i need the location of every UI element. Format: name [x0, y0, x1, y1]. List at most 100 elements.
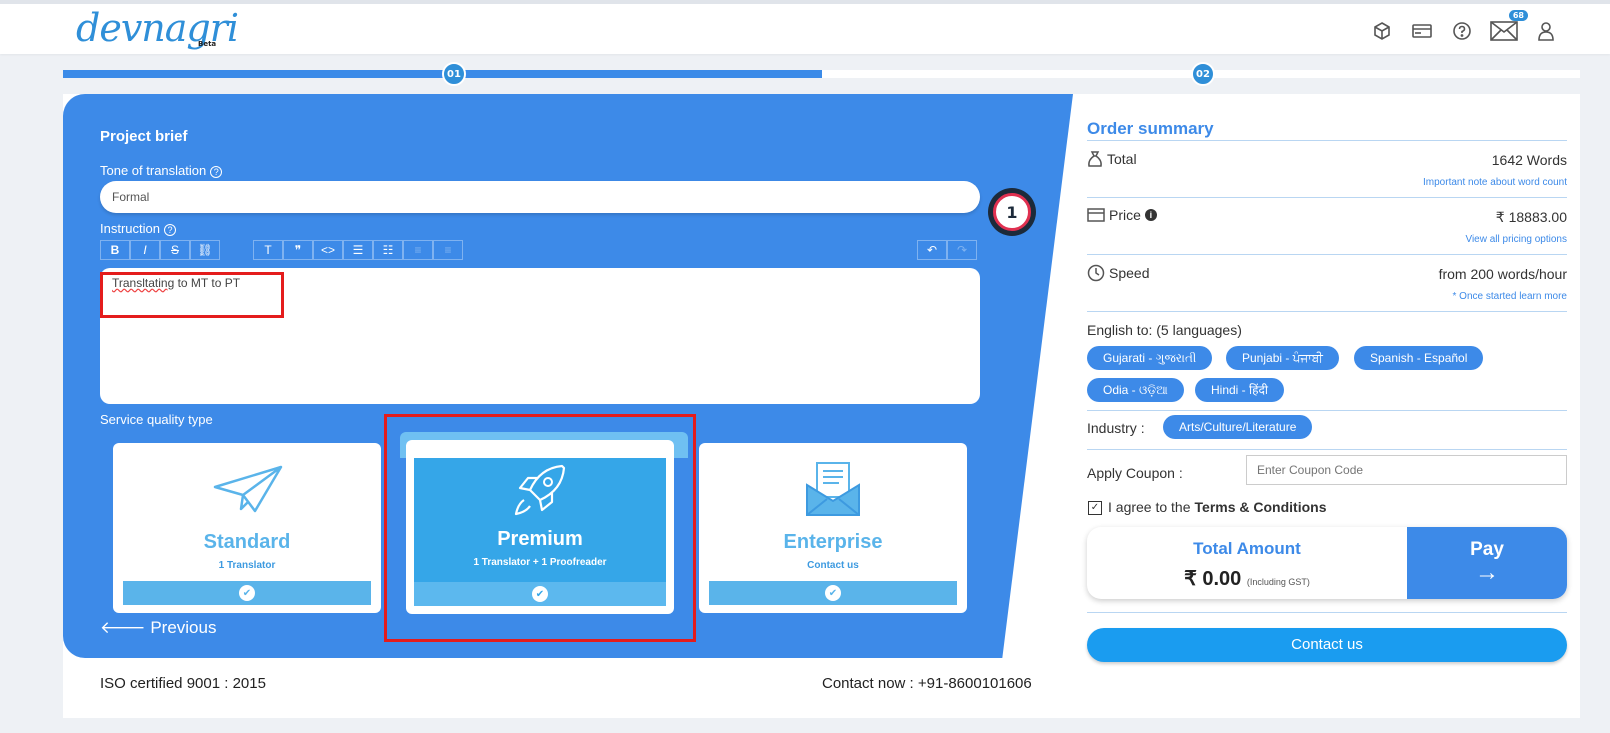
panel-corner [1000, 94, 1070, 134]
plan-enterprise-select-bar[interactable]: ✔ [709, 581, 957, 605]
check-icon: ✔ [239, 585, 255, 601]
step-counter-badge[interactable]: 1 [988, 188, 1036, 236]
arrow-right-icon: → [1475, 559, 1499, 586]
beta-label: Beta [198, 40, 217, 48]
pay-label: Pay [1470, 539, 1504, 560]
mail-icon[interactable]: 68 [1490, 10, 1528, 42]
plan-standard-sub: 1 Translator [218, 560, 276, 571]
order-summary-title: Order summary [1087, 119, 1214, 138]
header-icons: 68 [1370, 10, 1558, 42]
cube-icon[interactable] [1370, 20, 1394, 42]
contact-us-button[interactable]: Contact us [1087, 628, 1567, 662]
total-amount-value-row: ₹ 0.00 (Including GST) [1087, 566, 1407, 591]
numbered-list-button[interactable]: ☷ [373, 240, 403, 260]
project-brief-title: Project brief [100, 128, 188, 145]
divider [1087, 197, 1567, 198]
language-chip-spanish[interactable]: Spanish - Español [1354, 346, 1484, 370]
tone-label: Tone of translation? [100, 163, 223, 178]
total-row-label: Total [1087, 150, 1137, 168]
instruction-label-text: Instruction [100, 221, 160, 236]
coupon-label: Apply Coupon : [1087, 465, 1183, 481]
price-value: ₹ 18883.00 [1495, 209, 1567, 225]
language-chip-odia[interactable]: Odia - ଓଡ଼ିଆ [1087, 378, 1184, 402]
user-icon[interactable] [1534, 20, 1558, 42]
total-amount-label: Total Amount [1193, 539, 1301, 558]
divider [1087, 140, 1567, 141]
price-row-label: Price i [1087, 207, 1157, 223]
clock-icon [1087, 264, 1105, 282]
heading-button[interactable]: T [253, 240, 283, 260]
price-label: Price [1109, 207, 1141, 223]
paper-plane-icon [213, 465, 283, 513]
language-chip-punjabi[interactable]: Punjabi - ਪੰਜਾਬੀ [1226, 346, 1339, 370]
speed-label: Speed [1109, 265, 1150, 281]
redo-button[interactable]: ↷ [947, 240, 977, 260]
gst-note: (Including GST) [1246, 577, 1310, 587]
industry-label: Industry : [1087, 420, 1145, 436]
undo-button[interactable]: ↶ [917, 240, 947, 260]
editor-toolbar-history: ↶ ↷ [917, 240, 977, 260]
quote-button[interactable]: ❞ [283, 240, 313, 260]
divider [1087, 612, 1567, 613]
indent-button[interactable]: ≡ [433, 240, 463, 260]
speed-row-label: Speed [1087, 264, 1149, 282]
plan-standard-card[interactable]: Standard 1 Translator ✔ [113, 443, 381, 613]
agree-prefix: I agree to the [1108, 499, 1191, 515]
tone-input[interactable] [100, 181, 980, 213]
strike-button[interactable]: S [160, 240, 190, 260]
language-chip-gujarati[interactable]: Gujarati - ગુજરાતી [1087, 346, 1213, 370]
step-counter-number: 1 [993, 193, 1031, 231]
terms-checkbox[interactable]: ✓ [1088, 501, 1102, 515]
step-1-indicator: 01 [442, 62, 466, 86]
help-icon[interactable] [1450, 20, 1474, 42]
bold-button[interactable]: B [100, 240, 130, 260]
divider [1087, 449, 1567, 450]
instruction-help-icon[interactable]: ? [163, 223, 176, 236]
bullet-list-button[interactable]: ☰ [343, 240, 373, 260]
divider [1087, 254, 1567, 255]
highlight-box-premium [384, 414, 696, 642]
arrow-left-icon: 🡐 [100, 618, 151, 637]
plan-enterprise-sub[interactable]: Contact us [699, 560, 967, 571]
instruction-label: Instruction? [100, 221, 176, 236]
tone-help-icon[interactable]: ? [210, 165, 223, 178]
divider [1087, 311, 1567, 312]
terms-link[interactable]: Terms & Conditions [1195, 499, 1327, 515]
top-header: devnagri Beta 68 [0, 0, 1610, 54]
language-chip-hindi[interactable]: Hindi - हिंदी [1195, 378, 1284, 402]
pay-button[interactable]: Pay → [1407, 527, 1567, 599]
editor-toolbar-format: B I S ⛓ [100, 240, 220, 260]
speed-value: from 200 words/hour [1438, 266, 1567, 282]
italic-button[interactable]: I [130, 240, 160, 260]
total-label: Total [1107, 151, 1137, 167]
coupon-input[interactable] [1246, 455, 1567, 485]
previous-label: Previous [150, 618, 217, 637]
check-icon: ✔ [825, 585, 841, 601]
link-button[interactable]: ⛓ [190, 240, 220, 260]
contact-number[interactable]: Contact now : +91-8600101606 [822, 675, 1032, 692]
money-bag-icon [1088, 151, 1102, 167]
outdent-button[interactable]: ≡ [403, 240, 433, 260]
iso-certification: ISO certified 9001 : 2015 [100, 675, 266, 692]
speed-learn-more-link[interactable]: * Once started learn more [1453, 291, 1568, 302]
plan-standard-name: Standard [203, 531, 291, 553]
card-icon[interactable] [1410, 20, 1434, 42]
plan-enterprise-name: Enterprise [783, 531, 883, 553]
total-amount-value: ₹ 0.00 [1184, 568, 1242, 590]
tone-label-text: Tone of translation [100, 163, 207, 178]
card-icon [1087, 208, 1105, 222]
editor-toolbar-blocks: T ❞ <> ☰ ☷ ≡ ≡ [253, 240, 463, 260]
plan-enterprise-card[interactable]: Enterprise Contact us ✔ [699, 443, 967, 613]
highlight-box-instruction [100, 272, 284, 318]
plan-standard-select-bar[interactable]: ✔ [123, 581, 371, 605]
industry-chip[interactable]: Arts/Culture/Literature [1163, 415, 1313, 439]
word-count-note-link[interactable]: Important note about word count [1423, 177, 1567, 188]
info-icon[interactable]: i [1144, 209, 1157, 221]
pricing-options-link[interactable]: View all pricing options [1465, 234, 1567, 245]
mail-count-badge: 68 [1508, 10, 1528, 21]
code-button[interactable]: <> [313, 240, 343, 260]
previous-button[interactable]: 🡐 Previous [100, 618, 216, 638]
total-words-value: 1642 Words [1491, 152, 1567, 168]
languages-label: English to: (5 languages) [1087, 322, 1242, 338]
step-2-indicator: 02 [1191, 62, 1215, 86]
